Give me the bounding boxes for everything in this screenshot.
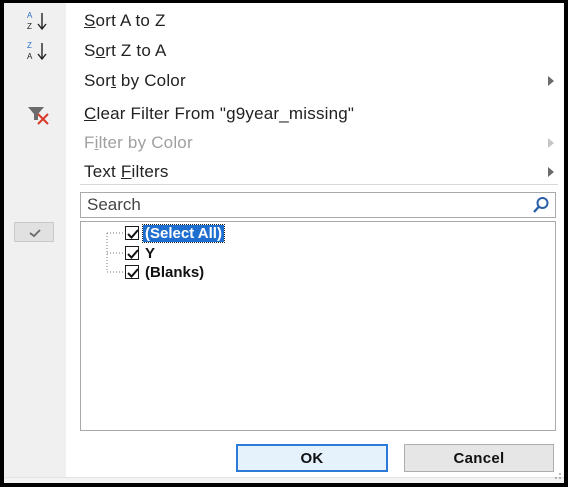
list-item[interactable]: Y bbox=[125, 244, 157, 262]
checkmark-icon bbox=[127, 249, 139, 259]
svg-text:Z: Z bbox=[27, 41, 32, 50]
search-input[interactable] bbox=[81, 193, 521, 217]
sort-z-to-a-label: Sort Z to A bbox=[84, 41, 167, 60]
submenu-arrow-icon bbox=[548, 138, 554, 148]
text-filters-item[interactable]: Text Filters bbox=[4, 158, 564, 186]
search-box[interactable] bbox=[80, 192, 556, 218]
checkmark-icon bbox=[127, 268, 139, 278]
sort-by-color-item[interactable]: Sort by Color bbox=[4, 67, 564, 95]
filter-by-color-label: Filter by Color bbox=[84, 133, 193, 152]
list-item[interactable]: (Select All) bbox=[125, 223, 225, 243]
value-label: (Blanks) bbox=[145, 263, 205, 281]
svg-text:A: A bbox=[27, 52, 33, 61]
sort-ascending-icon: A Z bbox=[26, 9, 50, 33]
clear-filter-label: Clear Filter From "g9year_missing" bbox=[84, 104, 355, 123]
search-icon[interactable] bbox=[532, 196, 550, 214]
list-item[interactable]: (Blanks) bbox=[125, 263, 206, 281]
sort-a-to-z-label: Sort A to Z bbox=[84, 11, 166, 30]
resize-grip-icon[interactable] bbox=[554, 472, 562, 480]
checkmark-icon bbox=[127, 229, 139, 239]
clear-filter-item[interactable]: Clear Filter From "g9year_missing" bbox=[4, 100, 564, 128]
value-label: Y bbox=[145, 244, 156, 262]
svg-text:A: A bbox=[27, 11, 33, 20]
checkbox[interactable] bbox=[125, 246, 139, 260]
checkbox[interactable] bbox=[125, 265, 139, 279]
sort-descending-icon: Z A bbox=[26, 39, 50, 63]
clear-filter-icon bbox=[26, 102, 50, 126]
checkbox[interactable] bbox=[125, 226, 139, 240]
filter-by-color-item: Filter by Color bbox=[4, 129, 564, 157]
values-listbox[interactable]: (Select All) Y (Blanks) bbox=[80, 221, 556, 431]
status-strip bbox=[4, 477, 564, 483]
menu-separator bbox=[80, 184, 558, 185]
text-filters-label: Text Filters bbox=[84, 162, 169, 181]
sort-a-to-z-item[interactable]: A Z Sort A to Z bbox=[4, 7, 564, 35]
submenu-arrow-icon bbox=[548, 76, 554, 86]
ok-button[interactable]: OK bbox=[236, 444, 388, 472]
svg-text:Z: Z bbox=[27, 22, 32, 31]
select-all-label: (Select All) bbox=[142, 223, 225, 243]
filter-applied-check-icon bbox=[14, 222, 54, 242]
sort-z-to-a-item[interactable]: Z A Sort Z to A bbox=[4, 37, 564, 65]
cancel-button[interactable]: Cancel bbox=[404, 444, 554, 472]
submenu-arrow-icon bbox=[548, 167, 554, 177]
sort-by-color-label: Sort by Color bbox=[84, 71, 186, 90]
